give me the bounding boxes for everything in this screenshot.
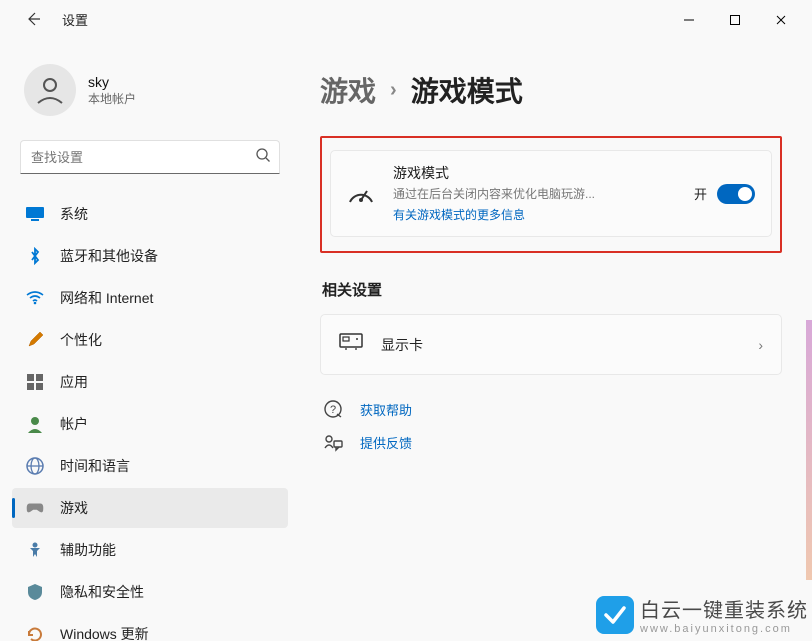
sidebar-item-bluetooth[interactable]: 蓝牙和其他设备 [12, 236, 288, 276]
sidebar-item-accounts[interactable]: 帐户 [12, 404, 288, 444]
toggle-state-label: 开 [694, 184, 707, 203]
nav-list: 系统 蓝牙和其他设备 网络和 Internet 个性化 应用 [0, 192, 300, 641]
sidebar-item-label: Windows 更新 [60, 624, 149, 641]
sidebar-item-update[interactable]: Windows 更新 [12, 614, 288, 641]
sidebar-item-label: 系统 [60, 204, 88, 224]
titlebar [0, 0, 812, 40]
back-button[interactable] [22, 8, 44, 30]
user-name: sky [88, 74, 136, 90]
brush-icon [26, 331, 44, 349]
sidebar-item-label: 网络和 Internet [60, 288, 153, 308]
feedback-link[interactable]: 提供反馈 [322, 433, 782, 452]
sidebar-item-network[interactable]: 网络和 Internet [12, 278, 288, 318]
sidebar-item-label: 蓝牙和其他设备 [60, 246, 158, 266]
sidebar-item-label: 应用 [60, 372, 88, 392]
sidebar-item-personalization[interactable]: 个性化 [12, 320, 288, 360]
system-icon [26, 205, 44, 223]
display-card-icon [339, 333, 363, 356]
sidebar-item-label: 辅助功能 [60, 540, 116, 560]
highlight-box: 游戏模式 通过在后台关闭内容来优化电脑玩游... 有关游戏模式的更多信息 开 [320, 136, 782, 253]
gamepad-icon [26, 499, 44, 517]
globe-icon [26, 457, 44, 475]
search-input[interactable] [31, 150, 255, 165]
sidebar-item-label: 隐私和安全性 [60, 582, 144, 602]
display-card-label: 显示卡 [381, 335, 740, 355]
main-content: 游戏 › 游戏模式 游戏模式 通过在后台关闭内容来优化电脑玩游... 有关游戏模… [300, 40, 812, 641]
sidebar-item-privacy[interactable]: 隐私和安全性 [12, 572, 288, 612]
apps-icon [26, 373, 44, 391]
search-box[interactable] [20, 140, 280, 174]
search-icon [255, 147, 271, 168]
sidebar-item-label: 时间和语言 [60, 456, 130, 476]
help-link-text: 获取帮助 [360, 400, 412, 419]
sidebar: sky 本地帐户 系统 蓝牙和其他设备 [0, 40, 300, 641]
person-icon [26, 415, 44, 433]
sidebar-item-time[interactable]: 时间和语言 [12, 446, 288, 486]
sidebar-item-label: 游戏 [60, 498, 88, 518]
breadcrumb: 游戏 › 游戏模式 [320, 70, 782, 110]
sidebar-item-accessibility[interactable]: 辅助功能 [12, 530, 288, 570]
wifi-icon [26, 289, 44, 307]
card-title: 游戏模式 [393, 163, 676, 183]
game-mode-card: 游戏模式 通过在后台关闭内容来优化电脑玩游... 有关游戏模式的更多信息 开 [330, 150, 772, 237]
shield-icon [26, 583, 44, 601]
maximize-button[interactable] [712, 4, 758, 36]
related-settings-title: 相关设置 [322, 279, 782, 300]
accessibility-icon [26, 541, 44, 559]
sidebar-item-system[interactable]: 系统 [12, 194, 288, 234]
svg-text:?: ? [330, 404, 336, 416]
sidebar-item-label: 帐户 [60, 414, 88, 434]
breadcrumb-current: 游戏模式 [411, 70, 523, 110]
card-desc: 通过在后台关闭内容来优化电脑玩游... [393, 185, 676, 202]
chevron-right-icon: › [758, 337, 763, 353]
speedometer-icon [347, 184, 375, 204]
avatar [24, 64, 76, 116]
settings-window: 设置 sky 本地帐户 系统 [0, 0, 812, 641]
more-info-link[interactable]: 有关游戏模式的更多信息 [393, 206, 525, 223]
bluetooth-icon [26, 247, 44, 265]
user-block[interactable]: sky 本地帐户 [0, 64, 300, 140]
user-sub: 本地帐户 [88, 90, 136, 107]
help-icon: ? [322, 399, 344, 419]
decorative-gradient [806, 320, 812, 580]
breadcrumb-parent[interactable]: 游戏 [320, 70, 376, 110]
display-card-row[interactable]: 显示卡 › [320, 314, 782, 375]
game-mode-toggle[interactable] [717, 184, 755, 204]
feedback-icon [322, 434, 344, 452]
minimize-button[interactable] [666, 4, 712, 36]
sidebar-item-gaming[interactable]: 游戏 [12, 488, 288, 528]
close-button[interactable] [758, 4, 804, 36]
update-icon [26, 625, 44, 641]
app-title: 设置 [62, 10, 88, 29]
sidebar-item-apps[interactable]: 应用 [12, 362, 288, 402]
get-help-link[interactable]: ? 获取帮助 [322, 399, 782, 419]
feedback-link-text: 提供反馈 [360, 433, 412, 452]
chevron-right-icon: › [390, 79, 397, 102]
sidebar-item-label: 个性化 [60, 330, 102, 350]
